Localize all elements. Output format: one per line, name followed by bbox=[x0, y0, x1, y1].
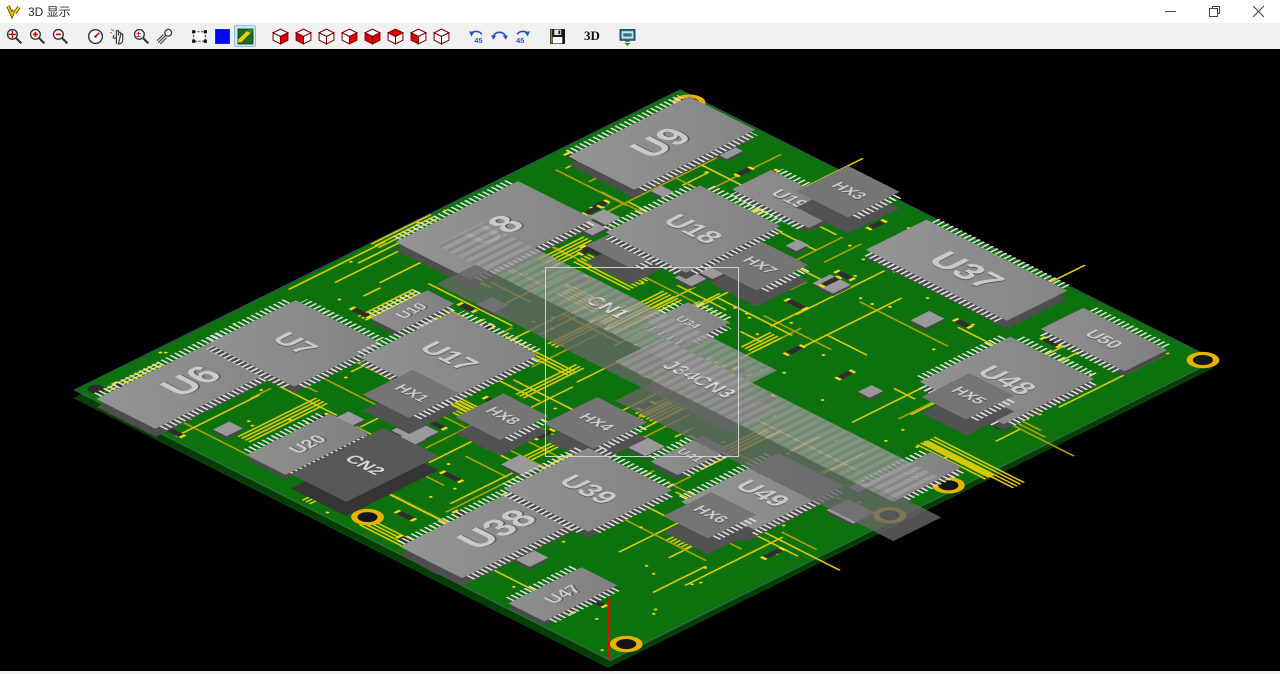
toolbar: ± 45 45 3D bbox=[0, 23, 1280, 49]
view-axonometric-button[interactable] bbox=[315, 25, 337, 47]
rotate-reset-icon bbox=[490, 27, 509, 46]
view-iso-45-front-button[interactable] bbox=[269, 25, 291, 47]
view-right-button[interactable] bbox=[430, 25, 452, 47]
window-controls bbox=[1148, 0, 1280, 23]
component-label: HX3 bbox=[828, 181, 869, 201]
component-label: U18 bbox=[659, 212, 728, 246]
solid-color-view-button[interactable] bbox=[211, 25, 233, 47]
rotate-gauge-button[interactable] bbox=[84, 25, 106, 47]
cube-right-icon bbox=[432, 27, 451, 46]
mode-3d-button[interactable]: 3D bbox=[581, 25, 603, 47]
zoom-selected-button[interactable] bbox=[153, 25, 175, 47]
component-label: U50 bbox=[1082, 328, 1126, 350]
zoom-selected-icon bbox=[155, 27, 174, 46]
axis-marker bbox=[608, 598, 610, 659]
zoom-in-button[interactable] bbox=[26, 25, 48, 47]
view-left-button[interactable] bbox=[407, 25, 429, 47]
svg-text:45: 45 bbox=[474, 35, 482, 44]
pan-hand-icon bbox=[109, 27, 128, 46]
rotate-right-45-button[interactable]: 45 bbox=[511, 25, 533, 47]
component-label: U49 bbox=[730, 478, 794, 510]
pan-hand-button[interactable] bbox=[107, 25, 129, 47]
zoom-out-button[interactable] bbox=[49, 25, 71, 47]
zoom-dynamic-button[interactable]: ± bbox=[130, 25, 152, 47]
view-top-button[interactable] bbox=[384, 25, 406, 47]
minimize-button[interactable] bbox=[1148, 0, 1192, 23]
zoom-window-button[interactable] bbox=[3, 25, 25, 47]
rotate-reset-button[interactable] bbox=[488, 25, 510, 47]
select-area-button[interactable] bbox=[188, 25, 210, 47]
rotate-left-45-icon: 45 bbox=[467, 27, 486, 46]
zoom-out-icon bbox=[51, 27, 70, 46]
svg-text:45: 45 bbox=[516, 35, 524, 44]
cube-45-back-icon bbox=[294, 27, 313, 46]
selection-box bbox=[545, 267, 739, 457]
save-image-button[interactable] bbox=[546, 25, 568, 47]
view-front-button[interactable] bbox=[361, 25, 383, 47]
view-back-button[interactable] bbox=[338, 25, 360, 47]
send-to-display-button[interactable] bbox=[616, 25, 638, 47]
restore-button[interactable] bbox=[1192, 0, 1236, 23]
zoom-in-icon bbox=[28, 27, 47, 46]
3d-viewport[interactable]: U6U7U10U20U17HX1HX8HX4U8HX2U18HX7U19HX3U… bbox=[0, 49, 1280, 671]
rotate-right-45-icon: 45 bbox=[513, 27, 532, 46]
rotate-left-45-button[interactable]: 45 bbox=[465, 25, 487, 47]
component-label: U47 bbox=[541, 583, 585, 605]
component-label: CN2 bbox=[341, 453, 388, 477]
realistic-view-icon bbox=[236, 27, 255, 46]
export-display-icon bbox=[618, 27, 637, 46]
zoom-dynamic-icon: ± bbox=[132, 27, 151, 46]
cube-back-icon bbox=[340, 27, 359, 46]
rotate-gauge-icon bbox=[86, 27, 105, 46]
window-title: 3D 显示 bbox=[28, 3, 71, 20]
cube-front-icon bbox=[363, 27, 382, 46]
svg-text:±: ± bbox=[136, 29, 141, 39]
component-label: U7 bbox=[268, 330, 323, 357]
view-iso-45-back-button[interactable] bbox=[292, 25, 314, 47]
cube-left-icon bbox=[409, 27, 428, 46]
close-button[interactable] bbox=[1236, 0, 1280, 23]
text-3d-icon: 3D bbox=[584, 28, 600, 44]
component-label: U20 bbox=[286, 433, 330, 455]
component-label: U6 bbox=[154, 363, 228, 400]
app-logo-icon bbox=[6, 4, 22, 20]
cube-plain-icon bbox=[317, 27, 336, 46]
component-label: HX7 bbox=[739, 256, 780, 276]
realistic-pcb-view-button[interactable] bbox=[234, 25, 256, 47]
cube-45-front-icon bbox=[271, 27, 290, 46]
select-area-icon bbox=[190, 27, 209, 46]
component-label: HX5 bbox=[947, 386, 988, 406]
titlebar: 3D 显示 bbox=[0, 0, 1280, 23]
cube-top-icon bbox=[386, 27, 405, 46]
component-label: U9 bbox=[624, 124, 698, 161]
zoom-window-icon bbox=[5, 27, 24, 46]
app-window: 3D 显示 ± bbox=[0, 0, 1280, 674]
component-label: HX6 bbox=[689, 505, 730, 525]
component-label: U39 bbox=[554, 472, 623, 506]
component-label: U17 bbox=[415, 339, 484, 373]
save-icon bbox=[548, 27, 567, 46]
component-label: HX1 bbox=[390, 384, 431, 404]
solid-color-view-icon bbox=[213, 27, 232, 46]
component-label: HX8 bbox=[481, 406, 522, 426]
